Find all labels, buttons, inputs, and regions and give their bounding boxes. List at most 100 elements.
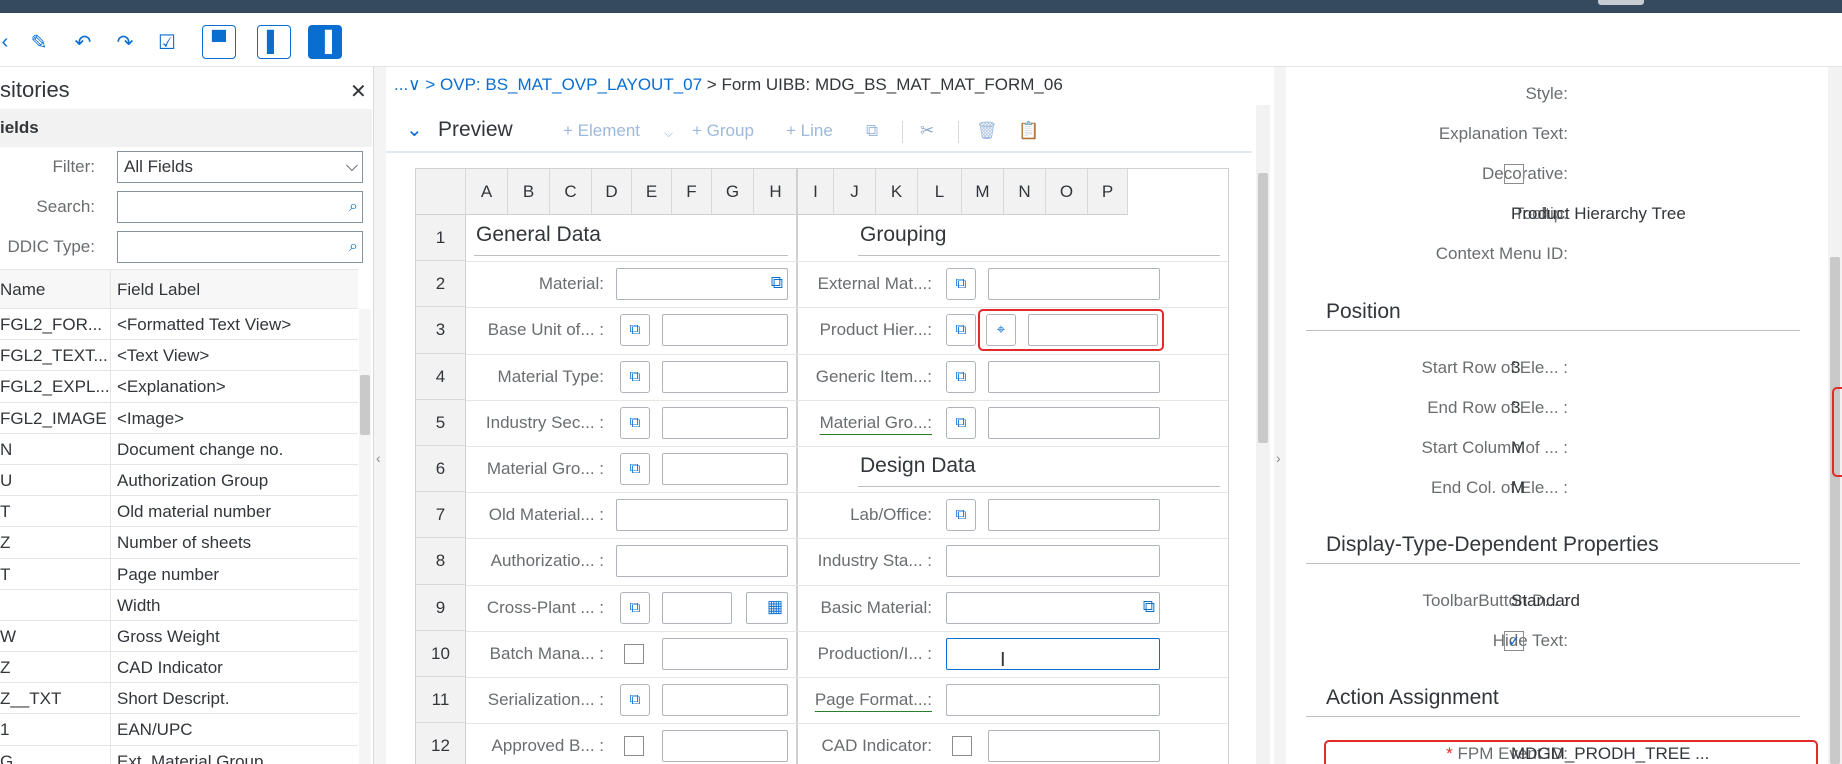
field-input[interactable] [616,545,788,578]
table-row[interactable]: 1 EAN/UPC [0,714,358,746]
column-header[interactable]: L [918,169,962,215]
table-row[interactable]: Z__TXT Short Descript. [0,683,358,715]
table-row[interactable]: FGL2_FOR... <Formatted Text View> [0,309,358,341]
chevron-right-icon[interactable]: › [1276,450,1281,466]
table-row[interactable]: FGL2_EXPL... <Explanation> [0,371,358,403]
chevron-left-icon[interactable]: ‹ [376,450,381,466]
value-help-button[interactable]: ⧉ [620,360,650,393]
scroll-thumb[interactable] [1830,257,1840,764]
decorative-checkbox[interactable] [1504,164,1524,184]
field-input[interactable] [662,637,788,670]
search-input[interactable]: ⌕ [117,191,363,223]
field-input[interactable] [662,360,788,393]
hide-text-checkbox[interactable]: ✓ [1504,631,1524,651]
field-input[interactable] [988,406,1160,439]
row-header[interactable]: 3 [416,307,466,354]
search-icon[interactable]: ⌕ [349,192,358,222]
value-help-button[interactable]: ⧉ [946,499,976,532]
field-input[interactable] [662,453,788,485]
breadcrumb-ovp-link[interactable]: OVP: BS_MAT_OVP_LAYOUT_07 [440,75,702,94]
search-icon[interactable]: ⌕ [349,232,358,262]
column-header[interactable]: F [672,169,712,215]
column-header[interactable]: H [754,169,798,215]
value-help-button[interactable]: ⧉ [620,406,650,439]
row-header[interactable]: 12 [416,723,466,764]
row-header[interactable]: 9 [416,584,466,631]
row-header[interactable]: 2 [416,261,466,308]
field-input[interactable] [946,684,1160,716]
add-group-button[interactable]: + Group [692,121,754,141]
column-header[interactable]: A [466,169,508,215]
field-input[interactable] [988,499,1160,532]
table-row[interactable]: U Authorization Group [0,465,358,497]
value-help-button[interactable]: ⧉ [946,314,976,347]
table-row[interactable]: FGL2_TEXT... <Text View> [0,340,358,372]
field-input[interactable] [662,314,788,347]
end-col-value[interactable]: M [1511,478,1525,498]
date-input[interactable]: ▦ [746,591,788,624]
end-row-value[interactable]: 3 [1511,398,1520,418]
row-header[interactable]: 4 [416,353,466,400]
column-header[interactable]: O [1046,169,1088,215]
value-help-button[interactable]: ⧉ [620,591,650,624]
row-header[interactable]: 10 [416,630,466,677]
check-icon[interactable]: ☑ [150,25,184,59]
column-header[interactable]: D [592,169,632,215]
column-header[interactable]: M [962,169,1004,215]
column-header[interactable]: G [712,169,754,215]
table-row[interactable]: T Old material number [0,496,358,528]
calendar-icon[interactable]: ▦ [767,597,783,617]
row-header[interactable]: 8 [416,538,466,585]
field-input[interactable] [662,406,788,439]
value-help-button[interactable]: ⧉ [946,268,976,301]
layout-right-icon[interactable]: ▐ [308,25,342,59]
field-input[interactable] [988,360,1160,393]
column-header[interactable]: E [632,169,672,215]
column-header[interactable]: I [798,169,834,215]
field-input[interactable] [616,499,788,532]
column-header[interactable]: N [1004,169,1046,215]
scroll-thumb[interactable] [360,375,370,435]
redo-icon[interactable]: ↷ [108,25,142,59]
left-splitter[interactable]: ‹ [374,67,386,764]
cut-icon[interactable]: ✂ [920,121,934,141]
right-splitter[interactable]: › [1274,67,1286,764]
column-field-label[interactable]: Field Label [117,280,200,300]
scroll-thumb[interactable] [1258,173,1268,443]
value-help-icon[interactable]: ⧉ [1143,597,1155,617]
paste-icon[interactable]: 📋 [1018,121,1039,141]
close-icon[interactable]: ✕ [350,79,367,104]
collapse-icon[interactable]: ⌄ [406,117,423,142]
field-input[interactable] [662,730,788,763]
edit-icon[interactable]: ✎ [22,25,56,59]
add-element-button[interactable]: + Element [563,121,640,141]
row-header[interactable]: 5 [416,399,466,446]
value-help-icon[interactable]: ⧉ [771,273,783,293]
undo-icon[interactable]: ↶ [66,25,100,59]
material-input[interactable]: ⧉ [616,268,788,301]
checkbox[interactable] [624,736,644,757]
field-input[interactable] [988,268,1160,301]
column-header[interactable]: B [508,169,550,215]
ddic-input[interactable]: ⌕ [117,231,363,263]
value-help-button[interactable]: ⧉ [946,406,976,439]
toolbar-button-value[interactable]: Standard [1511,591,1580,611]
column-header[interactable]: J [834,169,876,215]
table-row[interactable]: G Ext. Material Group [0,746,358,764]
table-row[interactable]: N Document change no. [0,434,358,465]
value-help-button[interactable]: ⧉ [946,360,976,393]
filter-select[interactable]: All Fields ⌵ [117,151,363,183]
row-header[interactable]: 1 [416,215,466,262]
row-header[interactable]: 7 [416,492,466,539]
table-row[interactable]: W Gross Weight [0,621,358,653]
table-row[interactable]: Z Number of sheets [0,527,358,559]
copy-icon[interactable]: ⧉ [866,121,878,141]
table-row[interactable]: T Page number [0,559,358,590]
column-header[interactable]: P [1088,169,1128,215]
table-row[interactable]: Width [0,590,358,621]
value-help-button[interactable]: ⧉ [620,453,650,485]
chevron-down-icon[interactable]: ⌵ [664,126,673,141]
field-input[interactable] [662,684,788,716]
tooltip-value[interactable]: Product Hierarchy Tree [1511,204,1686,224]
add-line-button[interactable]: + Line [786,121,833,141]
